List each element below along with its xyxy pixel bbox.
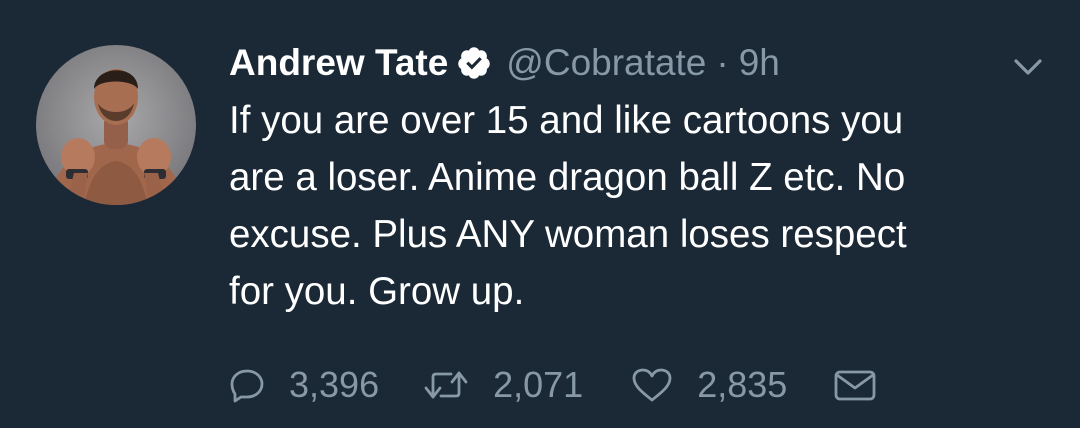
retweet-count: 2,071 bbox=[493, 364, 584, 405]
display-name[interactable]: Andrew Tate bbox=[229, 42, 448, 84]
share-button[interactable] bbox=[833, 367, 877, 403]
retweet-arrows-icon bbox=[423, 367, 469, 403]
retweet-button[interactable]: 2,071 bbox=[423, 364, 583, 406]
reply-button[interactable]: 3,396 bbox=[229, 364, 379, 406]
reply-count: 3,396 bbox=[289, 364, 380, 405]
verified-badge-icon bbox=[456, 45, 492, 81]
tweet-actions: 3,396 2,071 2,835 bbox=[229, 360, 877, 410]
like-button[interactable]: 2,835 bbox=[631, 364, 787, 406]
handle[interactable]: @Cobratate bbox=[506, 42, 706, 84]
tweet-card[interactable]: Andrew Tate @Cobratate · 9h If you are o… bbox=[0, 0, 1080, 428]
chevron-down-icon[interactable] bbox=[1010, 52, 1046, 82]
envelope-icon bbox=[833, 367, 877, 403]
tweet-text: If you are over 15 and like cartoons you… bbox=[229, 99, 907, 313]
speech-bubble-icon bbox=[229, 367, 265, 403]
separator-dot: · bbox=[716, 42, 729, 83]
heart-icon bbox=[631, 367, 673, 403]
avatar-photo bbox=[36, 45, 196, 205]
like-count: 2,835 bbox=[697, 364, 788, 405]
avatar[interactable] bbox=[36, 45, 196, 205]
tweet-header: Andrew Tate @Cobratate · 9h bbox=[229, 40, 780, 86]
timestamp[interactable]: 9h bbox=[739, 42, 780, 84]
